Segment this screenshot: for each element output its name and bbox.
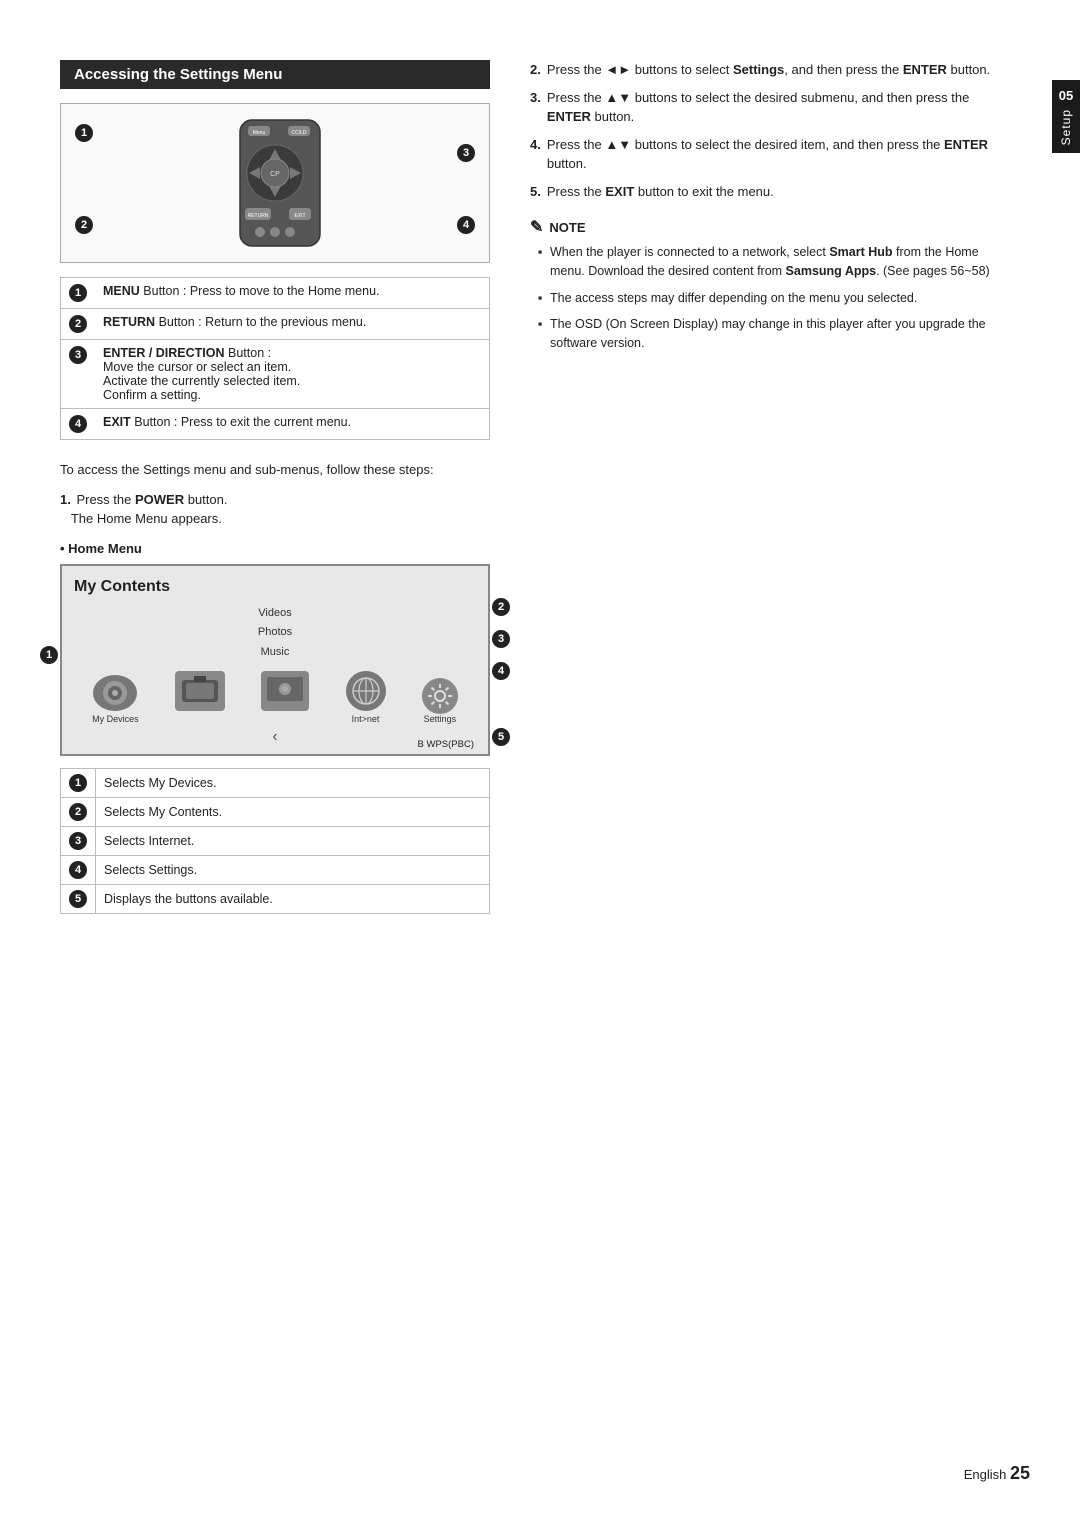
table-row: 3 ENTER / DIRECTION Button : Move the cu… [61,340,490,409]
note-1: When the player is connected to a networ… [540,243,1002,281]
svg-text:Menu: Menu [253,130,266,136]
sel-num-5: 5 [69,890,87,908]
select-row: 2 Selects My Contents. [61,797,490,826]
row-num-3: 3 [69,346,87,364]
svg-text:RETURN: RETURN [248,213,269,219]
row-num-4: 4 [69,415,87,433]
select-row: 1 Selects My Devices. [61,768,490,797]
step-1: 1. Press the POWER button. The Home Menu… [60,490,490,529]
home-menu-icons: My Devices [74,671,476,724]
row-desc-4: EXIT Button : Press to exit the current … [95,409,490,440]
sel-num-1: 1 [69,774,87,792]
note-label: NOTE [549,220,585,235]
table-row: 2 RETURN Button : Return to the previous… [61,309,490,340]
intro-text: To access the Settings menu and sub-menu… [60,460,490,480]
hm-num-2: 2 [492,598,510,616]
row-desc-2: RETURN Button : Return to the previous m… [95,309,490,340]
row-desc-1: MENU Button : Press to move to the Home … [95,278,490,309]
internet-label: Int>net [352,714,380,724]
my-devices-label: My Devices [92,714,139,724]
note-section: ✎ NOTE When the player is connected to a… [530,217,1002,353]
home-menu-title: My Contents [74,578,476,596]
row-desc-3: ENTER / DIRECTION Button : Move the curs… [95,340,490,409]
notes-list: When the player is connected to a networ… [530,243,1002,353]
home-menu-links: Videos Photos Music [74,604,476,663]
internet-icon-item: Int>net [346,671,386,724]
steps-list: 1. Press the POWER button. The Home Menu… [60,490,490,529]
step-5: 5. Press the EXIT button to exit the men… [530,182,1002,202]
sel-text-3: Selects Internet. [96,826,490,855]
select-row: 5 Displays the buttons available. [61,884,490,913]
section-heading: Accessing the Settings Menu [60,60,490,89]
sel-num-3: 3 [69,832,87,850]
sel-text-5: Displays the buttons available. [96,884,490,913]
main-content: Accessing the Settings Menu 1 2 3 4 [0,0,1052,1514]
remote-diagram: 1 2 3 4 [60,103,490,263]
svg-text:EXIT: EXIT [294,213,305,219]
hm-num-3: 3 [492,630,510,648]
sel-text-1: Selects My Devices. [96,768,490,797]
camera-icon-item [175,671,225,724]
page-number: 25 [1010,1463,1030,1483]
hm-num-4: 4 [492,662,510,680]
step-4: 4. Press the ▲▼ buttons to select the de… [530,135,1002,174]
select-row: 3 Selects Internet. [61,826,490,855]
device-label [284,714,287,724]
wps-label: B WPS(PBC) [418,739,474,750]
page-footer: English 25 [964,1463,1030,1484]
camera-label [199,714,202,724]
chapter-tab: 05 Setup [1052,80,1080,153]
arrow-icon: ‹ [74,728,476,746]
note-header: ✎ NOTE [530,217,1002,237]
select-table: 1 Selects My Devices. 2 Selects My Conte… [60,768,490,914]
hm-num-1: 1 [40,646,58,664]
hm-num-5: 5 [492,728,510,746]
note-icon: ✎ [530,217,543,237]
step-3: 3. Press the ▲▼ buttons to select the de… [530,88,1002,127]
sel-text-2: Selects My Contents. [96,797,490,826]
table-row: 1 MENU Button : Press to move to the Hom… [61,278,490,309]
row-num-1: 1 [69,284,87,302]
chapter-number: 05 [1059,88,1073,103]
device-icon-item [261,671,309,724]
button-table: 1 MENU Button : Press to move to the Hom… [60,277,490,440]
chapter-label: Setup [1059,109,1073,145]
my-devices-icon: My Devices [92,675,139,724]
remote-svg: Menu CC/LD [75,118,475,248]
row-num-2: 2 [69,315,87,333]
note-2: The access steps may differ depending on… [540,289,1002,308]
select-row: 4 Selects Settings. [61,855,490,884]
sel-num-2: 2 [69,803,87,821]
right-steps-list: 2. Press the ◄► buttons to select Settin… [530,60,1002,201]
home-menu-diagram: 2 3 4 1 5 My Contents Videos [60,564,490,756]
left-column: Accessing the Settings Menu 1 2 3 4 [60,60,490,934]
note-3: The OSD (On Screen Display) may change i… [540,315,1002,353]
svg-text:CC/LD: CC/LD [291,130,306,136]
step-2: 2. Press the ◄► buttons to select Settin… [530,60,1002,80]
settings-label: Settings [424,714,457,724]
sel-num-4: 4 [69,861,87,879]
sel-text-4: Selects Settings. [96,855,490,884]
settings-icon-item: Settings [422,678,458,724]
footer-text: English [964,1467,1010,1482]
svg-text:CP: CP [270,171,280,178]
home-menu-label: • Home Menu [60,541,490,556]
two-column-layout: Accessing the Settings Menu 1 2 3 4 [60,60,1002,934]
right-column: 2. Press the ◄► buttons to select Settin… [530,60,1002,934]
table-row: 4 EXIT Button : Press to exit the curren… [61,409,490,440]
